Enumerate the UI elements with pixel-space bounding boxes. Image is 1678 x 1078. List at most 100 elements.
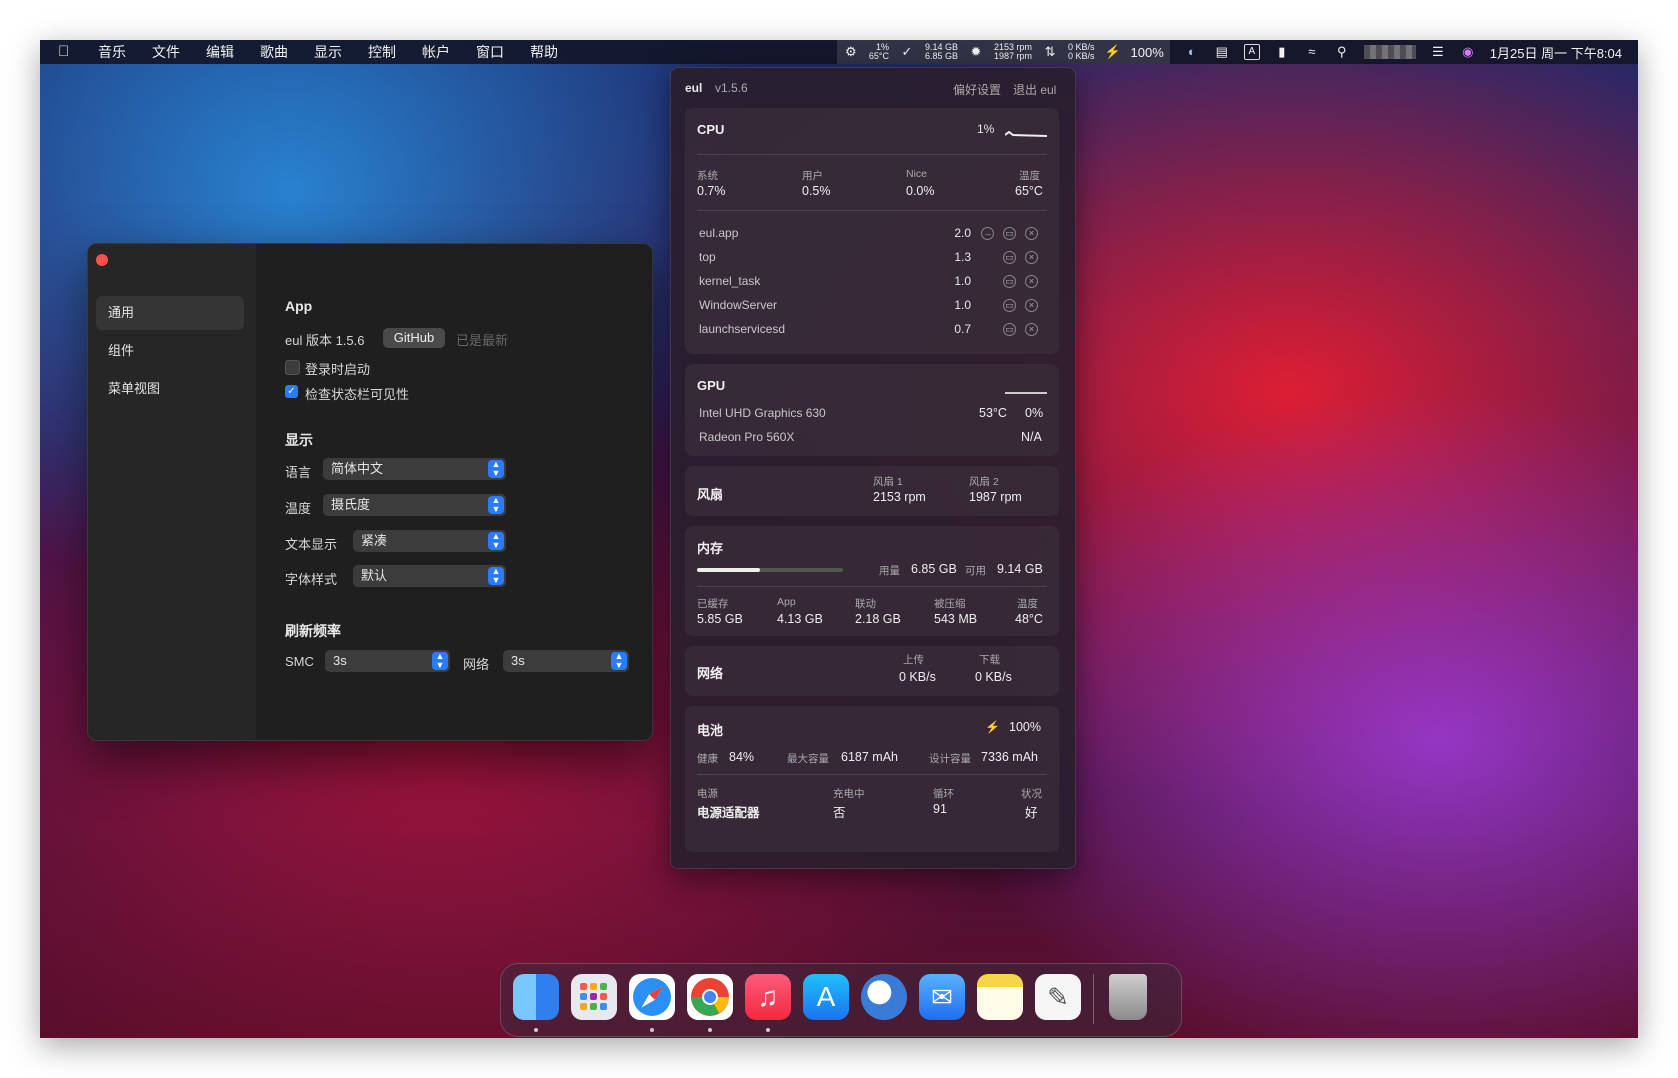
trash-icon[interactable] xyxy=(1109,974,1147,1020)
process-value: 1.3 xyxy=(954,250,971,264)
eul-status-item[interactable]: ⚙ 1% 65°C ✓ 9.14 GB 6.85 GB ✹ 2153 rpm 1987… xyxy=(836,40,1170,64)
battery-max-value: 6187 mAh xyxy=(841,750,898,764)
safari-icon[interactable] xyxy=(629,974,675,1020)
input-method-icon[interactable]: A xyxy=(1243,44,1260,60)
network-arrows-icon: ⇅ xyxy=(1044,44,1056,59)
network-refresh-value: 3s xyxy=(511,653,525,668)
folder-icon[interactable]: ▭ xyxy=(1003,251,1016,264)
settings-window: 通用 组件 菜单视图 App eul 版本 1.5.6 GitHub 已是最新 … xyxy=(87,243,653,741)
download-label: 下载 xyxy=(979,654,1000,666)
memory-label-compressed: 被压缩 xyxy=(934,598,966,610)
temperature-select[interactable]: 摄氏度 ▲ ▼ xyxy=(323,494,506,516)
kill-process-icon[interactable]: × xyxy=(1025,299,1038,312)
menu-song[interactable]: 歌曲 xyxy=(260,42,288,62)
memory-label-wired: 联动 xyxy=(855,598,876,610)
menu-account[interactable]: 帐户 xyxy=(422,42,450,62)
network-refresh-select[interactable]: 3s ▲ ▼ xyxy=(503,650,629,672)
control-center-icon[interactable]: ☰ xyxy=(1430,45,1446,59)
sidebar-item-menu-view[interactable]: 菜单视图 xyxy=(96,372,244,406)
panel-version: v1.5.6 xyxy=(715,81,748,95)
section-app-title: App xyxy=(285,298,313,314)
check-visibility-checkbox[interactable]: ✓ xyxy=(285,385,298,398)
blurred-status-icon[interactable] xyxy=(1363,45,1416,59)
upload-value: 0 KB/s xyxy=(899,670,936,684)
cpu-value-temp: 65°C xyxy=(1015,184,1043,198)
gpu1-usage: 0% xyxy=(1025,406,1044,420)
finder-icon[interactable] xyxy=(513,974,559,1020)
menu-music[interactable]: 音乐 xyxy=(98,42,126,62)
menu-view[interactable]: 显示 xyxy=(314,42,342,62)
battery-label-source: 电源 xyxy=(697,788,718,800)
battery-charging-icon: ⚡ xyxy=(985,720,1000,734)
wifi-icon[interactable]: ≈ xyxy=(1304,45,1320,59)
quit-link[interactable]: 退出 eul xyxy=(1013,81,1056,98)
textedit-icon[interactable]: ✎ xyxy=(1035,974,1081,1020)
memory-value-temp: 48°C xyxy=(1015,612,1043,626)
eul-logo-icon[interactable]: ◐ xyxy=(1184,45,1200,59)
font-style-select[interactable]: 默认 ▲ ▼ xyxy=(353,565,506,587)
menu-window[interactable]: 窗口 xyxy=(476,42,504,62)
music-icon[interactable]: ♫ xyxy=(745,974,791,1020)
battery-icon[interactable]: ▮ xyxy=(1274,45,1290,59)
menu-edit[interactable]: 编辑 xyxy=(206,42,234,62)
kill-process-icon[interactable]: × xyxy=(1025,275,1038,288)
preferences-link[interactable]: 偏好设置 xyxy=(953,81,1001,98)
temperature-label: 温度 xyxy=(285,501,312,516)
close-button[interactable] xyxy=(96,254,108,266)
smc-refresh-select[interactable]: 3s ▲ ▼ xyxy=(325,650,450,672)
sidebar-item-components[interactable]: 组件 xyxy=(96,334,244,368)
menu-file[interactable]: 文件 xyxy=(152,42,180,62)
select-arrows-icon: ▲ ▼ xyxy=(432,652,448,670)
language-label: 语言 xyxy=(285,465,312,480)
launchpad-icon[interactable] xyxy=(571,974,617,1020)
siri-icon[interactable]: ◉ xyxy=(1460,45,1476,59)
folder-icon[interactable]: ▭ xyxy=(1003,299,1016,312)
battery-design-value: 7336 mAh xyxy=(981,750,1038,764)
language-select[interactable]: 简体中文 ▲ ▼ xyxy=(323,458,506,480)
gpu2-value: N/A xyxy=(1021,430,1042,444)
memory-card: 内存 用量 6.85 GB 可用 9.14 GB 已缓存 App 联动 被压缩 … xyxy=(685,526,1059,636)
select-arrows-icon: ▲ ▼ xyxy=(488,496,504,514)
gpu-title: GPU xyxy=(697,378,726,393)
kill-process-icon[interactable]: × xyxy=(1025,227,1038,240)
memory-icon: ✓ xyxy=(901,44,913,59)
search-icon[interactable]: ⚲ xyxy=(1334,45,1350,59)
select-arrows-icon: ▲ ▼ xyxy=(488,567,504,585)
launch-at-login-checkbox[interactable] xyxy=(285,360,300,375)
battery-title: 电池 xyxy=(697,723,724,738)
github-button[interactable]: GitHub xyxy=(383,328,445,348)
process-name: top xyxy=(699,250,716,264)
version-label: eul 版本 1.5.6 xyxy=(285,333,365,348)
kill-process-icon[interactable]: × xyxy=(1025,251,1038,264)
status-items: ⚙ 1% 65°C ✓ 9.14 GB 6.85 GB ✹ 2153 rpm 1987… xyxy=(836,40,1622,64)
eul-icon[interactable] xyxy=(861,974,907,1020)
check-visibility-label: 检查状态栏可见性 xyxy=(305,387,410,402)
text-display-select[interactable]: 紧凑 ▲ ▼ xyxy=(353,530,506,552)
cpu-value-system: 0.7% xyxy=(697,184,726,198)
folder-icon[interactable]: ▭ xyxy=(1003,323,1016,336)
sidebar-item-general[interactable]: 通用 xyxy=(96,296,244,330)
notes-icon[interactable] xyxy=(977,974,1023,1020)
apple-menu-icon[interactable]:  xyxy=(58,44,72,60)
up-to-date-label: 已是最新 xyxy=(456,333,509,348)
toggle-icon[interactable]: ▤ xyxy=(1214,45,1230,59)
folder-icon[interactable]: ▭ xyxy=(1003,275,1016,288)
kill-process-icon[interactable]: × xyxy=(1025,323,1038,336)
menu-controls[interactable]: 控制 xyxy=(368,42,396,62)
app-store-icon[interactable]: A xyxy=(803,974,849,1020)
download-value: 0 KB/s xyxy=(975,670,1012,684)
process-value: 2.0 xyxy=(954,226,971,240)
fan-card: 风扇 风扇 1 2153 rpm 风扇 2 1987 rpm xyxy=(685,466,1059,516)
mail-icon[interactable]: ✉ xyxy=(919,974,965,1020)
menu-help[interactable]: 帮助 xyxy=(530,42,558,62)
mb-net-down: 0 KB/s xyxy=(1068,51,1095,61)
memory-value-compressed: 543 MB xyxy=(934,612,978,626)
folder-icon[interactable]: ▭ xyxy=(1003,227,1016,240)
memory-label-temp: 温度 xyxy=(1017,598,1038,610)
reveal-icon[interactable]: → xyxy=(981,227,994,240)
battery-label-condition: 状况 xyxy=(1021,788,1042,800)
menubar-datetime[interactable]: 1月25日 周一 下午8:04 xyxy=(1490,43,1622,62)
memory-free-value: 9.14 GB xyxy=(997,562,1043,576)
mb-cpu-temp: 65°C xyxy=(868,51,889,61)
chrome-icon[interactable] xyxy=(687,974,733,1020)
